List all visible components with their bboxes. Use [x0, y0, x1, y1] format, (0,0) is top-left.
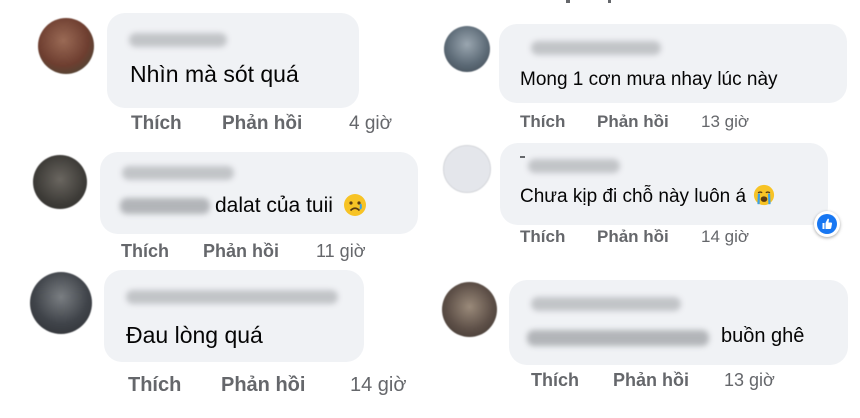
avatar[interactable] — [33, 155, 87, 209]
like-button[interactable]: Thích — [531, 370, 579, 391]
comment-actions: Thích Phản hồi 13 giờ — [531, 370, 831, 394]
like-button[interactable]: Thích — [520, 227, 565, 247]
commenter-name-blurred[interactable] — [531, 297, 681, 311]
commenter-name-blurred[interactable] — [122, 166, 234, 180]
avatar[interactable] — [444, 26, 490, 72]
avatar[interactable] — [442, 282, 497, 337]
avatar[interactable] — [38, 18, 94, 74]
comment-actions: Thích Phản hồi 11 giờ — [121, 241, 421, 267]
avatar[interactable] — [443, 145, 491, 193]
sad-face-icon — [343, 193, 366, 216]
comment-actions: Thích Phản hồi 14 giờ — [128, 374, 448, 402]
thumbs-up-icon — [822, 218, 833, 229]
comment-bubble: Nhìn mà sót quá — [107, 13, 359, 108]
reply-button[interactable]: Phản hồi — [203, 241, 279, 262]
comment-bubble: Đau lòng quá — [104, 270, 364, 362]
comment-text: dalat của tuii — [215, 193, 367, 218]
comment-timestamp[interactable]: 14 giờ — [350, 374, 406, 397]
avatar[interactable] — [30, 272, 92, 334]
comment-actions: Thích Phản hồi 13 giờ — [520, 112, 820, 136]
comment-bubble: Mong 1 cơn mưa nhay lúc này — [499, 24, 847, 103]
reply-button[interactable]: Phản hồi — [597, 227, 669, 247]
comment-timestamp[interactable]: 4 giờ — [349, 113, 392, 135]
comment-bubble: dalat của tuii — [100, 152, 418, 234]
comment-text: buồn ghê — [721, 325, 805, 347]
comment-text-body: dalat của tuii — [215, 194, 333, 217]
reply-button[interactable]: Phản hồi — [221, 374, 305, 397]
like-button[interactable]: Thích — [520, 112, 565, 132]
clipped-text-mark — [566, 0, 570, 3]
clipped-text-mark — [608, 0, 611, 3]
comment-actions: Thích Phản hồi 14 giờ — [520, 227, 820, 251]
comment-bubble: Chưa kịp đi chỗ này luôn á — [500, 143, 828, 225]
crying-face-icon — [754, 185, 775, 206]
comment-text-body: Chưa kịp đi chỗ này luôn á — [520, 186, 747, 207]
reply-button[interactable]: Phản hồi — [222, 113, 302, 135]
commenter-tag-blurred[interactable] — [120, 198, 210, 214]
comment-actions: Thích Phản hồi 4 giờ — [131, 113, 431, 139]
comment-text: Chưa kịp đi chỗ này luôn á — [520, 185, 775, 208]
comment-timestamp[interactable]: 13 giờ — [701, 112, 749, 132]
comment-timestamp[interactable]: 13 giờ — [724, 370, 775, 391]
commenter-tag-blurred[interactable] — [527, 330, 709, 346]
comment-timestamp[interactable]: 11 giờ — [316, 241, 366, 262]
like-button[interactable]: Thích — [128, 374, 181, 397]
commenter-name-blurred[interactable] — [129, 33, 227, 47]
commenter-name-blurred[interactable] — [528, 159, 620, 173]
commenter-name-blurred[interactable] — [531, 41, 661, 55]
comment-text: Nhìn mà sót quá — [130, 61, 299, 87]
commenter-name-blurred[interactable] — [126, 290, 338, 304]
comment-timestamp[interactable]: 14 giờ — [701, 227, 749, 247]
comment-text: Mong 1 cơn mưa nhay lúc này — [520, 69, 778, 90]
name-initial-mark — [520, 156, 525, 158]
like-button[interactable]: Thích — [131, 113, 182, 135]
reply-button[interactable]: Phản hồi — [597, 112, 669, 132]
like-button[interactable]: Thích — [121, 241, 169, 262]
reply-button[interactable]: Phản hồi — [613, 370, 689, 391]
comment-bubble: buồn ghê — [509, 280, 848, 365]
comment-text: Đau lòng quá — [126, 322, 263, 348]
like-reaction-circle — [817, 214, 837, 234]
